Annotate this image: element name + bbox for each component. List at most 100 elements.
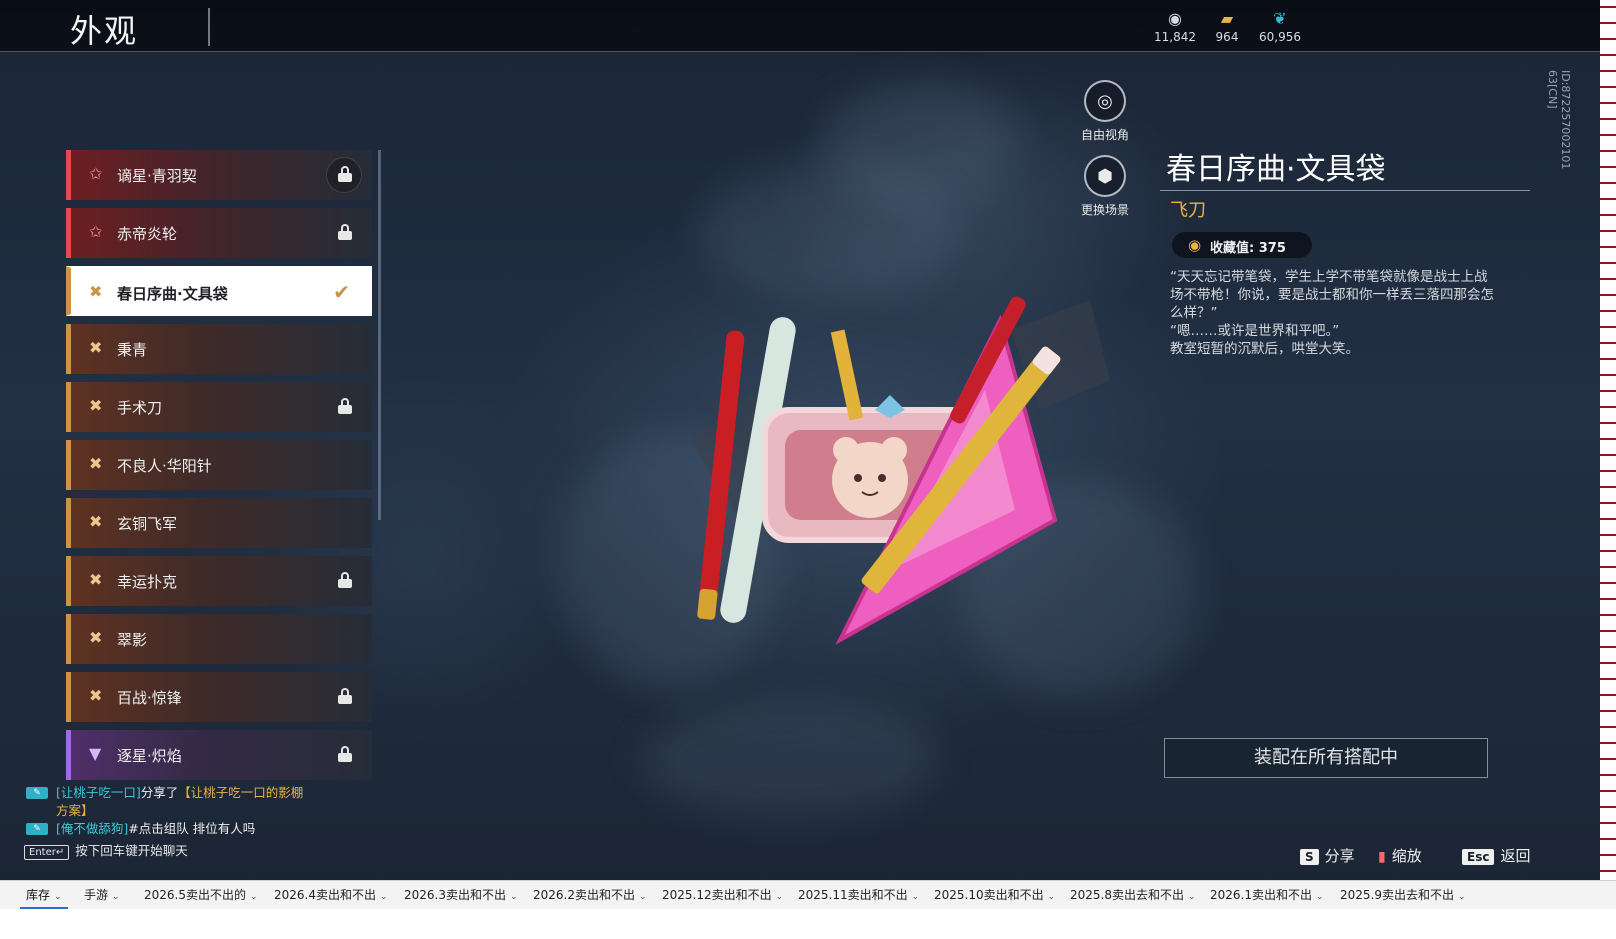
change-scene-button[interactable]: ⬢ 更换场景 <box>1070 155 1140 218</box>
skin-label: 赤帝炎轮 <box>117 225 178 243</box>
chevron-down-icon: ⌄ <box>510 892 518 902</box>
skin-list-item[interactable]: ✩ 谪星·青羽契 <box>66 150 372 200</box>
cross-icon: ✖ <box>89 570 103 589</box>
skin-list-item[interactable]: ✖ 玄铜飞军 <box>66 498 372 548</box>
sheet-tab-label: 2026.4卖出和不出 <box>274 888 376 902</box>
cross-icon: ✖ <box>89 628 103 647</box>
currency-feathers[interactable]: ❦ 60,956 <box>1245 8 1315 44</box>
sheet-tab-label: 手游 <box>84 888 109 902</box>
sheet-tab[interactable]: 2026.2卖出和不出 ⌄ <box>527 881 653 910</box>
chat-message[interactable]: ✎ [俺不做舔狗]#点击组队 排位有人吗 <box>24 820 314 838</box>
zoom-hint[interactable]: ▮ 缩放 <box>1378 845 1422 866</box>
chat-text: 分享了 <box>140 785 179 800</box>
back-label: 返回 <box>1500 847 1531 865</box>
skin-list-item[interactable]: ✖ 不良人·华阳针 <box>66 440 372 490</box>
sheet-tab-label: 库存 <box>26 888 51 902</box>
sheet-tab[interactable]: 2026.5卖出不出的 ⌄ <box>138 881 264 910</box>
skin-list-item[interactable]: ✖ 秉青 <box>66 324 372 374</box>
skin-label: 幸运扑克 <box>117 573 178 591</box>
chevron-down-icon: ⌄ <box>639 892 647 902</box>
sheet-tab[interactable]: 2025.11卖出和不出 ⌄ <box>792 881 925 910</box>
chat-sender[interactable]: [让桃子吃一口] <box>56 785 141 800</box>
sheet-tab-label: 2025.11卖出和不出 <box>798 888 908 902</box>
skin-label: 逐星·炽焰 <box>117 747 182 765</box>
chat-channel-icon: ✎ <box>26 823 48 835</box>
description-line: 教室短暂的沉默后，哄堂大笑。 <box>1170 341 1359 357</box>
top-bar: 外观 ◉ 11,842 ▰ 964 ❦ 60,956 <box>0 0 1600 52</box>
cross-icon: ✖ <box>89 338 103 357</box>
item-title: 春日序曲·文具袋 <box>1166 152 1386 187</box>
lock-icon <box>338 688 352 704</box>
chevron-down-icon: ⌄ <box>250 892 258 902</box>
sheet-tab-label: 2025.12卖出和不出 <box>662 888 772 902</box>
currency-value: 60,956 <box>1259 30 1301 44</box>
skin-list-item[interactable]: ✖ 手术刀 <box>66 382 372 432</box>
skin-list-item[interactable]: ✖ 百战·惊锋 <box>66 672 372 722</box>
skin-list[interactable]: ✩ 谪星·青羽契 ✩ 赤帝炎轮 ✖ 春日序曲·文具袋 ✔ ✖ 秉青 ✖ 手术刀 … <box>66 150 382 790</box>
chat-message[interactable]: ✎ [让桃子吃一口]分享了【让桃子吃一口的影棚方案】 <box>24 784 314 820</box>
cross-icon: ✖ <box>89 282 103 301</box>
equip-all-button[interactable]: 装配在所有搭配中 <box>1164 738 1488 778</box>
chevron-down-icon: ⌄ <box>1316 892 1324 902</box>
lock-icon <box>338 398 352 414</box>
chat-hint-text: 按下回车键开始聊天 <box>75 843 188 858</box>
lock-icon <box>338 572 352 588</box>
sheet-tab[interactable]: 手游 ⌄ <box>78 881 126 910</box>
feather-icon: ❦ <box>1273 9 1287 28</box>
sheet-tab[interactable]: 2025.8卖出去和不出 ⌄ <box>1064 881 1202 910</box>
sheet-tab[interactable]: 2026.3卖出和不出 ⌄ <box>398 881 524 910</box>
cross-icon: ✖ <box>89 512 103 531</box>
sheet-tab[interactable]: 库存 ⌄ <box>20 881 68 910</box>
list-scrollbar[interactable] <box>378 150 381 520</box>
sheet-tab[interactable]: 2025.12卖出和不出 ⌄ <box>656 881 789 910</box>
bottom-padding <box>0 909 1616 939</box>
window-edge-strip <box>1600 0 1616 905</box>
sheet-tab[interactable]: 2026.4卖出和不出 ⌄ <box>268 881 394 910</box>
page-title: 外观 <box>70 12 139 50</box>
lock-icon <box>338 224 352 240</box>
chevron-down-icon: ⌄ <box>911 892 920 902</box>
chat-hint[interactable]: Enter↵ 按下回车键开始聊天 <box>24 842 314 860</box>
free-view-button[interactable]: ◎ 自由视角 <box>1070 80 1140 143</box>
share-hint[interactable]: S 分享 <box>1300 845 1355 866</box>
collect-value-pill: ◉ 收藏值: 375 <box>1172 232 1312 258</box>
lock-icon <box>338 166 352 182</box>
sheet-tab-label: 2025.9卖出去和不出 <box>1340 888 1454 902</box>
sheet-tab-label: 2026.1卖出和不出 <box>1210 888 1312 902</box>
skin-list-item[interactable]: ✩ 赤帝炎轮 <box>66 208 372 258</box>
chevron-down-icon: ⌄ <box>1458 892 1466 902</box>
back-hint[interactable]: Esc 返回 <box>1462 845 1530 866</box>
skin-label: 玄铜飞军 <box>117 515 178 533</box>
sheet-tab[interactable]: 2025.10卖出和不出 ⌄ <box>928 881 1061 910</box>
sheet-tab-label: 2026.3卖出和不出 <box>404 888 506 902</box>
skin-label: 春日序曲·文具袋 <box>117 285 228 303</box>
item-type: 飞刀 <box>1170 200 1206 221</box>
chevron-down-icon: ⌄ <box>1047 892 1056 902</box>
skin-list-item-selected[interactable]: ✖ 春日序曲·文具袋 ✔ <box>66 266 372 316</box>
skin-label: 翠影 <box>117 631 148 649</box>
sheet-tab[interactable]: 2025.9卖出去和不出 ⌄ <box>1334 881 1472 910</box>
chevron-emblem-icon: ▼ <box>89 744 102 763</box>
sheet-tab[interactable]: 2026.1卖出和不出 ⌄ <box>1204 881 1330 910</box>
skin-list-item[interactable]: ▼ 逐星·炽焰 <box>66 730 372 780</box>
client-id: ID:872257002101 63[CN] <box>1546 70 1572 170</box>
change-scene-label: 更换场景 <box>1080 203 1129 217</box>
item-model-pencil-case[interactable] <box>650 270 1150 670</box>
sheet-tab-bar[interactable]: 库存 ⌄ 手游 ⌄ 2026.5卖出不出的 ⌄ 2026.4卖出和不出 ⌄ 2026.3… <box>0 880 1616 910</box>
cross-icon: ✖ <box>89 686 103 705</box>
sheet-tab-label: 2025.10卖出和不出 <box>934 888 1044 902</box>
yellow-pencil-small <box>830 329 864 421</box>
skin-list-item[interactable]: ✖ 翠影 <box>66 614 372 664</box>
chevron-down-icon: ⌄ <box>54 892 62 902</box>
cross-icon: ✖ <box>89 454 103 473</box>
s-key: S <box>1300 849 1319 865</box>
chat-panel[interactable]: ✎ [让桃子吃一口]分享了【让桃子吃一口的影棚方案】 ✎ [俺不做舔狗]#点击组… <box>24 784 314 860</box>
game-viewport: 外观 ◉ 11,842 ▰ 964 ❦ 60,956 ✩ 谪星·青羽契 ✩ 赤帝… <box>0 0 1600 905</box>
free-view-label: 自由视角 <box>1080 128 1129 142</box>
chevron-down-icon: ⌄ <box>775 892 784 902</box>
skin-list-item[interactable]: ✖ 幸运扑克 <box>66 556 372 606</box>
enter-key-icon: Enter↵ <box>24 845 70 860</box>
mouse-icon: ▮ <box>1378 849 1386 865</box>
chat-sender[interactable]: [俺不做舔狗] <box>56 821 128 836</box>
header-rule <box>0 51 1600 52</box>
